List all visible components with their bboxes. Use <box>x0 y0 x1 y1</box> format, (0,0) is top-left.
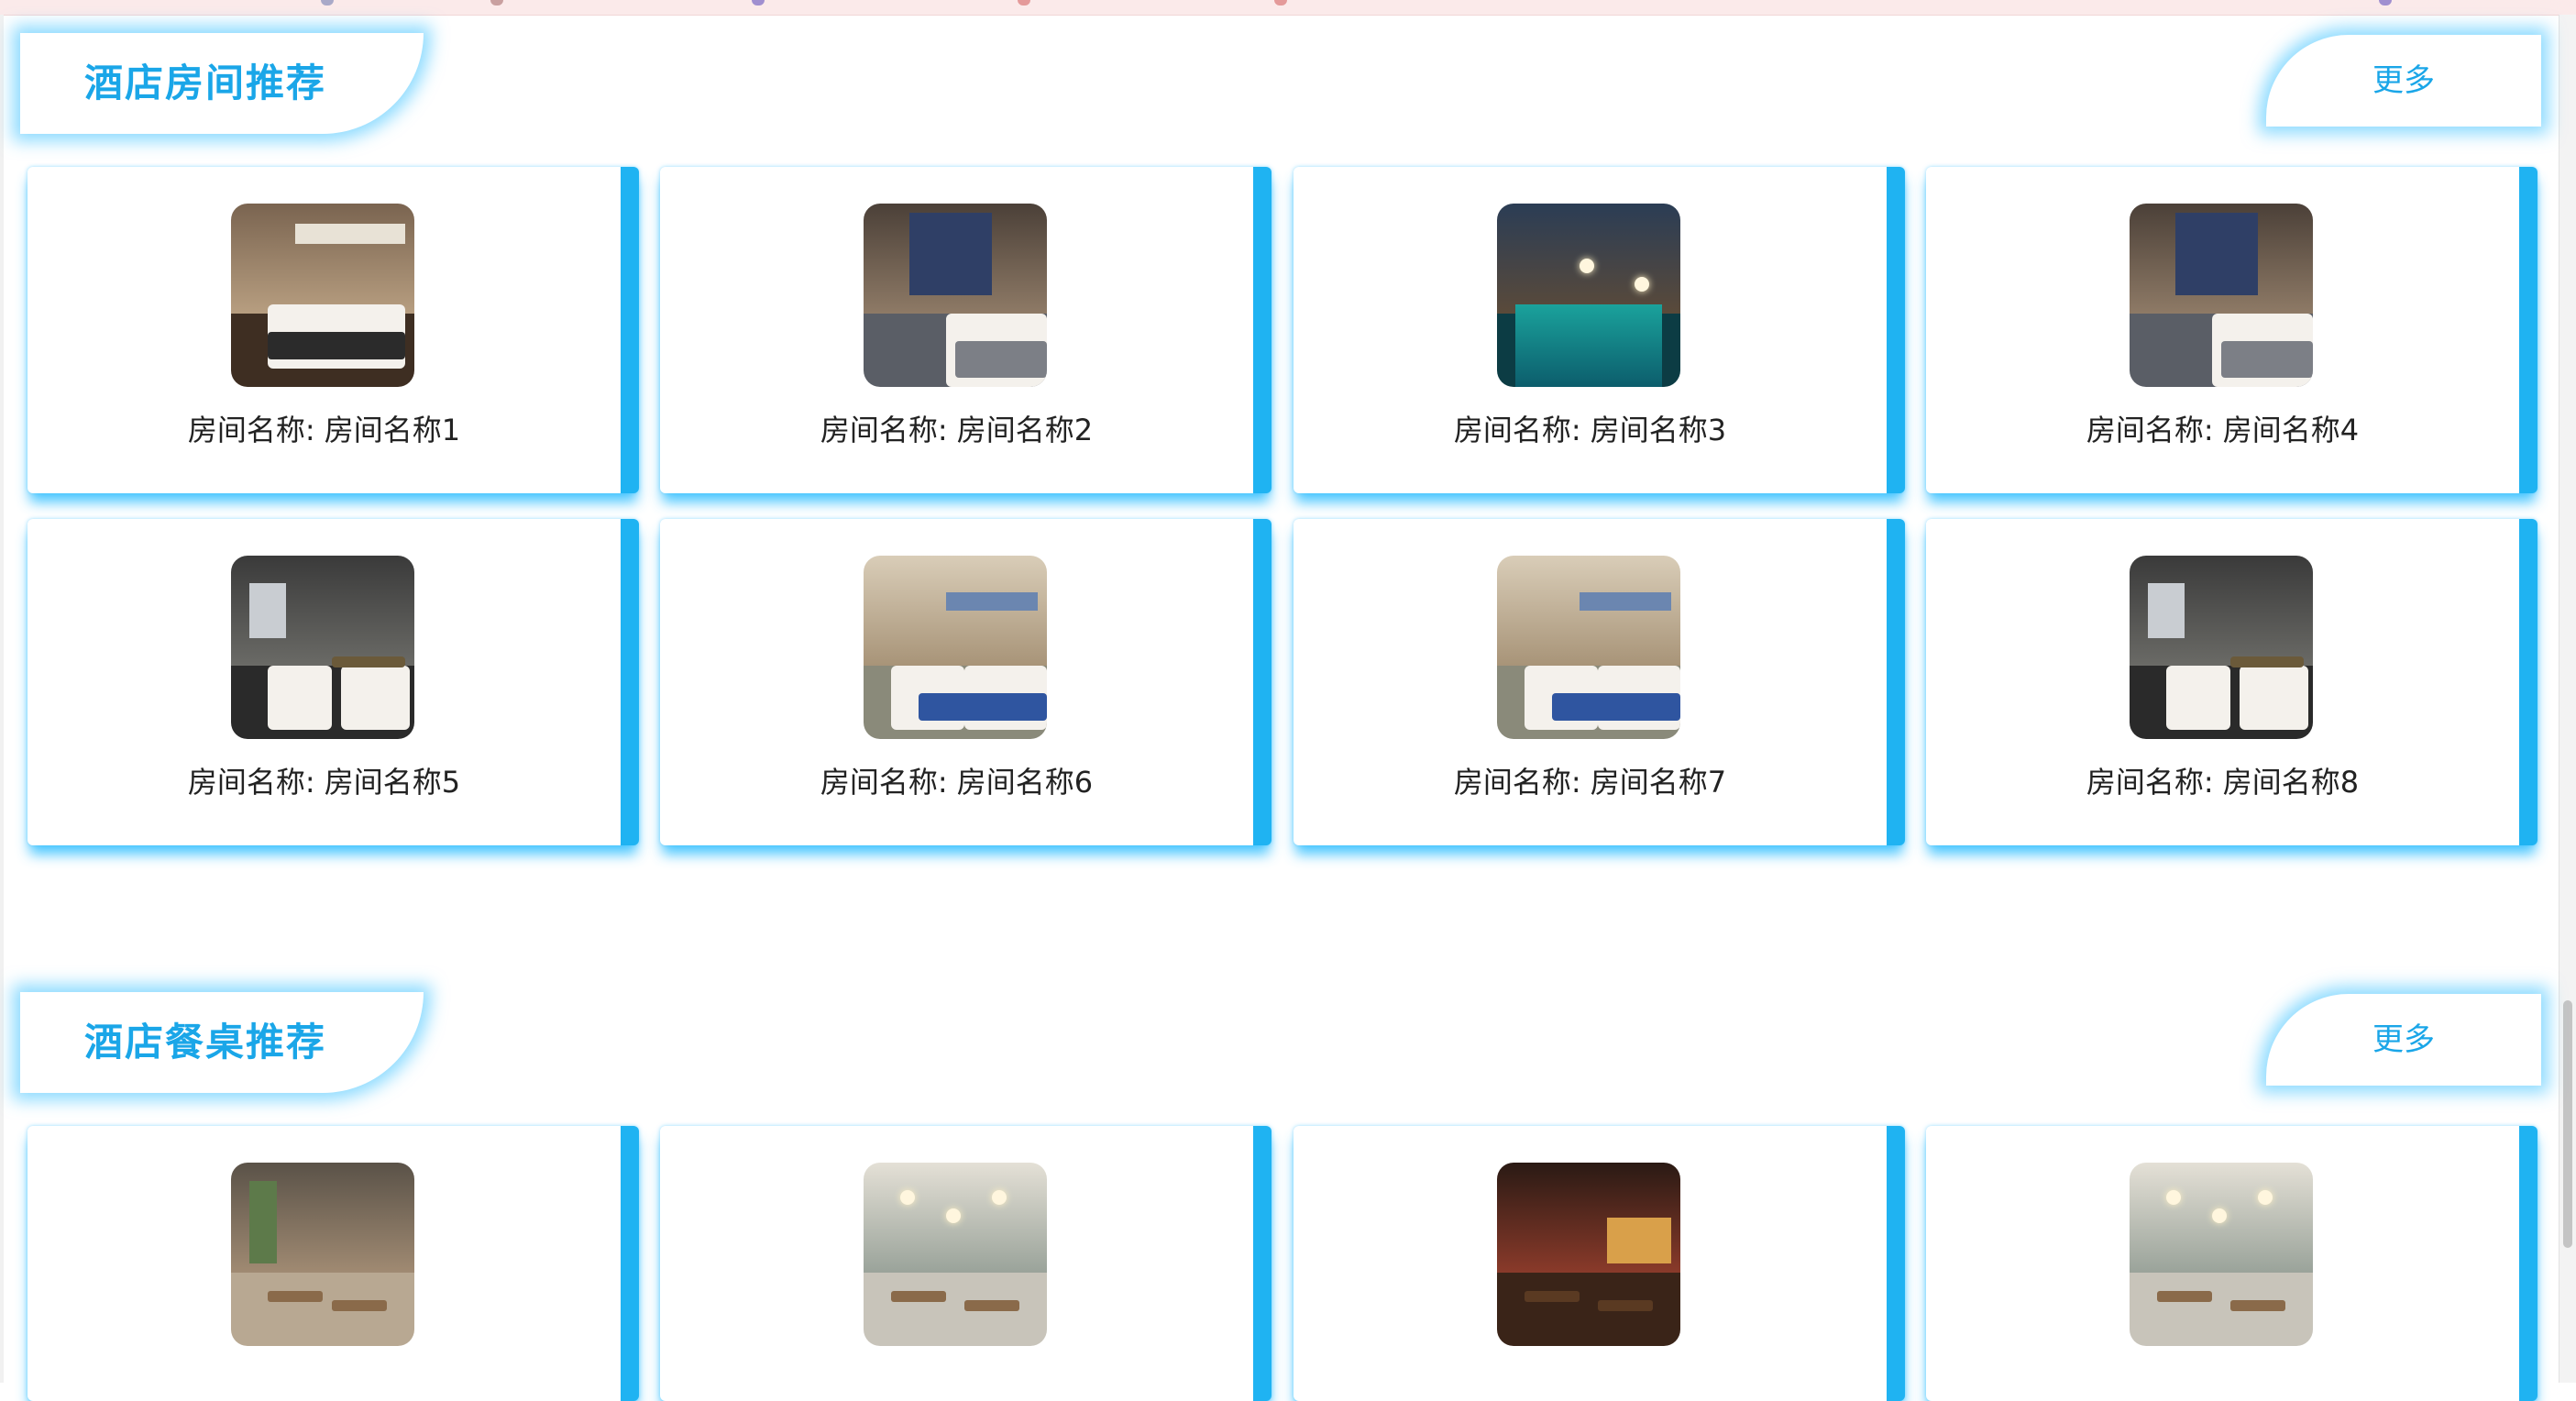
browser-top-strip <box>0 0 2576 16</box>
hotel-room-image <box>2130 204 2313 387</box>
section-header-rooms: 酒店房间推荐 <box>20 33 424 134</box>
hotel-room-image <box>864 556 1047 739</box>
toolbar-glyph <box>321 0 334 6</box>
room-image <box>2130 204 2313 387</box>
restaurant-image <box>1497 1163 1680 1346</box>
room-card[interactable]: 房间名称: 房间名称5 <box>28 519 639 845</box>
toolbar-glyph <box>1274 0 1287 6</box>
room-image <box>864 204 1047 387</box>
toolbar-glyph <box>1018 0 1030 6</box>
hotel-pool-image <box>1497 204 1680 387</box>
room-name: 房间名称: 房间名称1 <box>187 413 461 447</box>
restaurant-image <box>2130 1163 2313 1346</box>
hotel-room-image <box>1497 556 1680 739</box>
hotel-room-image <box>864 204 1047 387</box>
more-button-tables[interactable]: 更多 <box>2266 994 2541 1086</box>
more-button-label: 更多 <box>2372 1021 2435 1058</box>
table-image <box>2130 1163 2313 1346</box>
room-card[interactable]: 房间名称: 房间名称6 <box>660 519 1271 845</box>
table-card[interactable] <box>1926 1126 2537 1401</box>
page-scrollbar[interactable] <box>2559 15 2576 1383</box>
table-image <box>231 1163 414 1346</box>
table-card[interactable] <box>660 1126 1271 1401</box>
toolbar-glyph <box>752 0 765 6</box>
table-image <box>864 1163 1047 1346</box>
room-name: 房间名称: 房间名称3 <box>1453 413 1727 447</box>
table-image <box>1497 1163 1680 1346</box>
room-card[interactable]: 房间名称: 房间名称1 <box>28 167 639 493</box>
scrollbar-thumb[interactable] <box>2563 1000 2572 1248</box>
room-name: 房间名称: 房间名称4 <box>2086 413 2360 447</box>
toolbar-glyph <box>490 0 503 6</box>
room-image <box>864 556 1047 739</box>
hotel-room-image <box>231 556 414 739</box>
hotel-room-image <box>2130 556 2313 739</box>
room-name: 房间名称: 房间名称2 <box>820 413 1094 447</box>
room-name: 房间名称: 房间名称8 <box>2086 765 2360 800</box>
room-image <box>231 556 414 739</box>
restaurant-image <box>864 1163 1047 1346</box>
room-name: 房间名称: 房间名称7 <box>1453 765 1727 800</box>
room-image <box>231 204 414 387</box>
section-header-tables: 酒店餐桌推荐 <box>20 992 424 1093</box>
room-image <box>1497 556 1680 739</box>
room-card[interactable]: 房间名称: 房间名称8 <box>1926 519 2537 845</box>
more-button-label: 更多 <box>2372 62 2435 99</box>
left-edge <box>0 15 4 1383</box>
room-image <box>1497 204 1680 387</box>
restaurant-image <box>231 1163 414 1346</box>
hotel-room-image <box>231 204 414 387</box>
room-card[interactable]: 房间名称: 房间名称4 <box>1926 167 2537 493</box>
room-card[interactable]: 房间名称: 房间名称3 <box>1294 167 1905 493</box>
table-card[interactable] <box>28 1126 639 1401</box>
toolbar-glyph <box>2379 0 2392 6</box>
section-title: 酒店房间推荐 <box>84 61 327 105</box>
room-card[interactable]: 房间名称: 房间名称2 <box>660 167 1271 493</box>
table-card[interactable] <box>1294 1126 1905 1401</box>
section-title: 酒店餐桌推荐 <box>84 1020 327 1065</box>
room-image <box>2130 556 2313 739</box>
more-button-rooms[interactable]: 更多 <box>2266 35 2541 127</box>
room-name: 房间名称: 房间名称6 <box>820 765 1094 800</box>
room-card[interactable]: 房间名称: 房间名称7 <box>1294 519 1905 845</box>
room-name: 房间名称: 房间名称5 <box>187 765 461 800</box>
